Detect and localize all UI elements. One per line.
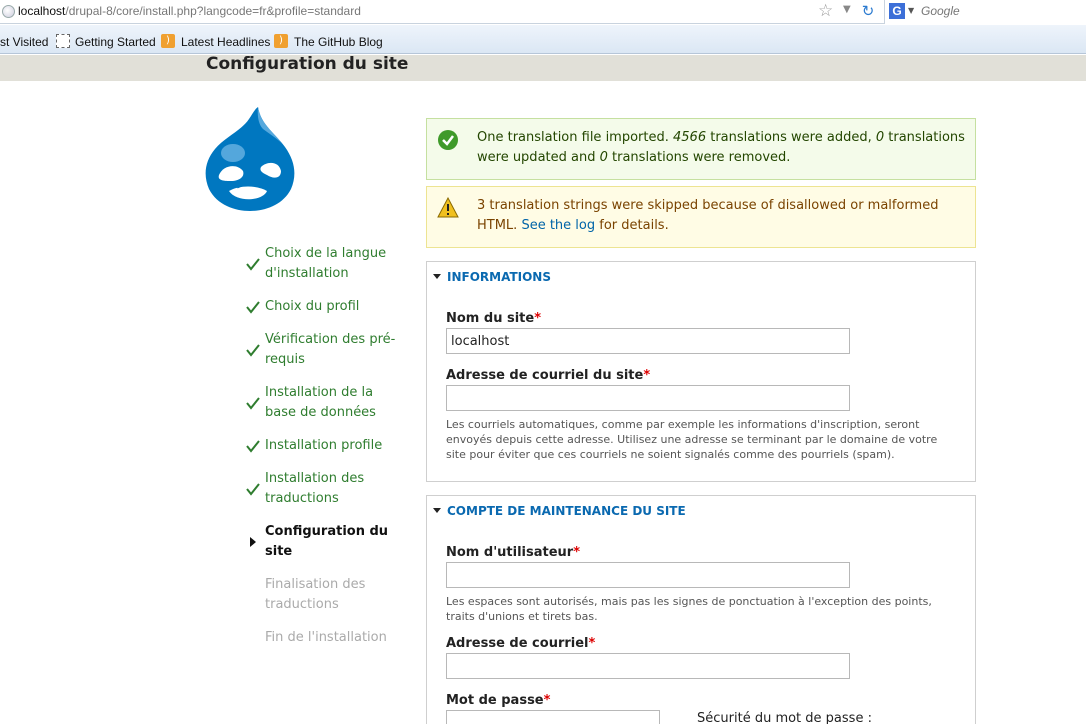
check-circle-icon (438, 130, 458, 150)
account-mail-input[interactable] (446, 653, 850, 679)
page-icon (56, 34, 70, 48)
site-identity-icon[interactable] (2, 5, 15, 18)
site-mail-description: Les courriels automatiques, comme par ex… (446, 418, 938, 461)
required-marker: * (643, 368, 651, 383)
task-item-database: Installation de la base de données (246, 383, 406, 423)
check-icon (246, 440, 260, 453)
task-label: Installation de la base de données (265, 385, 376, 420)
maintenance-fieldset: COMPTE DE MAINTENANCE DU SITE Nom d'util… (426, 495, 976, 724)
url-host: localhost (18, 4, 66, 18)
page-title: Configuration du site (206, 54, 409, 74)
required-marker: * (588, 636, 596, 651)
informations-legend[interactable]: INFORMATIONS (433, 270, 551, 284)
task-label: Fin de l'installation (265, 630, 387, 645)
url-dropdown-icon[interactable]: ▼ (843, 4, 851, 15)
check-icon (246, 301, 260, 314)
arrow-right-icon (250, 537, 256, 547)
address-bar[interactable]: localhost/drupal-8/core/install.php?lang… (0, 0, 1086, 24)
reload-icon[interactable]: ↻ (858, 1, 878, 21)
status-message: One translation file imported. 4566 tran… (426, 118, 976, 180)
bookmarks-toolbar: st Visited Getting Started ) Latest Head… (0, 25, 1086, 54)
required-marker: * (573, 545, 581, 560)
added-count: 4566 (673, 130, 707, 145)
search-bar[interactable]: G ▼ Google (884, 0, 1086, 24)
warning-message: 3 translation strings were skipped becau… (426, 186, 976, 248)
username-label: Nom d'utilisateur* (446, 545, 581, 560)
updated-count: 0 (875, 130, 885, 145)
task-item-translations: Installation des traductions (246, 469, 406, 509)
task-label: Installation profile (265, 438, 383, 453)
warning-triangle-icon (437, 197, 459, 218)
task-item-language: Choix de la langue d'installation (246, 244, 406, 284)
task-label: Configuration du site (265, 524, 389, 559)
check-icon (246, 344, 260, 357)
search-engine-dropdown-icon[interactable]: ▼ (908, 6, 914, 15)
removed-count: 0 (599, 150, 608, 165)
url-path: /drupal-8/core/install.php?langcode=fr&p… (65, 4, 361, 18)
password-input[interactable] (446, 710, 660, 724)
search-engine-icon[interactable]: G (889, 3, 905, 19)
collapse-triangle-icon[interactable] (433, 274, 441, 279)
task-label: Choix de la langue d'installation (265, 246, 387, 281)
rss-feed-icon: ) (161, 34, 175, 48)
drupal-logo (205, 107, 295, 211)
username-description: Les espaces sont autorisés, mais pas les… (446, 595, 932, 623)
password-strength-label: Sécurité du mot de passe : (697, 711, 872, 724)
bookmark-most-visited[interactable]: st Visited (0, 35, 48, 49)
bookmark-latest-headlines[interactable]: Latest Headlines (181, 35, 270, 49)
rss-feed-icon: ) (274, 34, 288, 48)
site-name-label: Nom du site* (446, 311, 542, 326)
task-label: Choix du profil (265, 299, 360, 314)
site-mail-label: Adresse de courriel du site* (446, 368, 651, 383)
collapse-triangle-icon[interactable] (433, 508, 441, 513)
check-icon (246, 397, 260, 410)
task-label: Vérification des pré-requis (265, 332, 396, 367)
task-label: Installation des traductions (265, 471, 365, 506)
bookmark-github-blog[interactable]: The GitHub Blog (294, 35, 383, 49)
bookmark-getting-started[interactable]: Getting Started (75, 35, 156, 49)
informations-fieldset: INFORMATIONS Nom du site* Adresse de cou… (426, 261, 976, 482)
url-text[interactable]: localhost/drupal-8/core/install.php?lang… (18, 4, 361, 18)
task-label: Finalisation des traductions (265, 577, 366, 612)
username-input[interactable] (446, 562, 850, 588)
required-marker: * (543, 693, 551, 708)
task-item-profile: Choix du profil (246, 297, 406, 317)
password-label: Mot de passe* (446, 693, 551, 708)
task-item-requirements: Vérification des pré-requis (246, 330, 406, 370)
see-log-link[interactable]: See the log (521, 218, 595, 233)
task-item-finalize-translations: Finalisation des traductions (246, 575, 406, 615)
page-header-bar (0, 55, 1086, 81)
site-mail-input[interactable] (446, 385, 850, 411)
check-icon (246, 258, 260, 271)
bookmark-star-icon[interactable]: ☆ (818, 1, 833, 21)
task-item-finish: Fin de l'installation (246, 628, 406, 648)
task-item-configure: Configuration du site (246, 522, 406, 562)
check-icon (246, 483, 260, 496)
maintenance-legend[interactable]: COMPTE DE MAINTENANCE DU SITE (433, 504, 686, 518)
account-mail-label: Adresse de courriel* (446, 636, 596, 651)
site-name-input[interactable] (446, 328, 850, 354)
task-item-install-profile: Installation profile (246, 436, 406, 456)
required-marker: * (534, 311, 542, 326)
search-placeholder[interactable]: Google (921, 4, 960, 18)
